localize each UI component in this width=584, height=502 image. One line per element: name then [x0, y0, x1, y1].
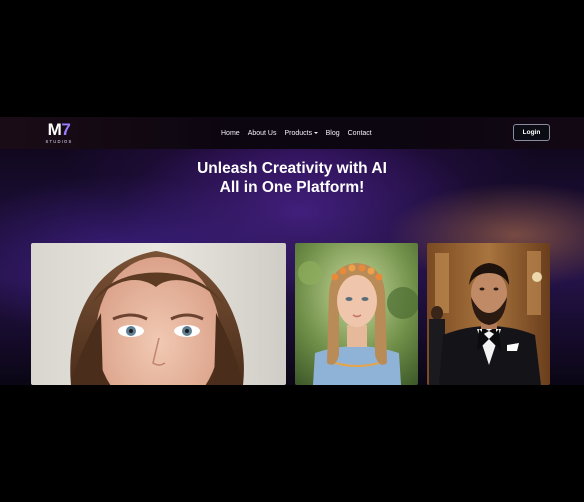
nav-link-about-us[interactable]: About Us	[244, 130, 281, 137]
page: M7 STUDIOS Home About Us Products Blog C…	[0, 0, 584, 502]
website-viewport: M7 STUDIOS Home About Us Products Blog C…	[0, 117, 584, 385]
logo-mark: M7	[47, 120, 71, 139]
nav-link-products[interactable]: Products	[280, 130, 321, 137]
gallery-image-man-tuxedo[interactable]	[427, 243, 550, 385]
nav-link-home[interactable]: Home	[221, 130, 244, 137]
nav-link-contact[interactable]: Contact	[344, 130, 376, 137]
hero-headline-line-1: Unleash Creativity with AI	[197, 160, 387, 177]
nav-menu: Home About Us Products Blog Contact	[221, 117, 376, 149]
gallery-image-woman-portrait[interactable]	[31, 243, 286, 385]
gallery-image-girl-flower-crown[interactable]	[295, 243, 418, 385]
woman-portrait-image	[31, 243, 286, 385]
nav-link-blog[interactable]: Blog	[322, 130, 344, 137]
top-navigation: M7 STUDIOS Home About Us Products Blog C…	[0, 117, 584, 149]
man-tuxedo-image	[427, 243, 550, 385]
login-button[interactable]: Login	[513, 124, 550, 141]
logo-subtitle: STUDIOS	[45, 139, 73, 144]
hero-headline-line-2: All in One Platform!	[219, 179, 365, 196]
site-logo[interactable]: M7 STUDIOS	[44, 121, 74, 147]
chevron-down-icon	[313, 132, 318, 134]
girl-flower-crown-image	[295, 243, 418, 385]
nav-link-products-label: Products	[284, 129, 313, 137]
hero-headline: Unleash Creativity with AI All in One Pl…	[0, 159, 584, 197]
